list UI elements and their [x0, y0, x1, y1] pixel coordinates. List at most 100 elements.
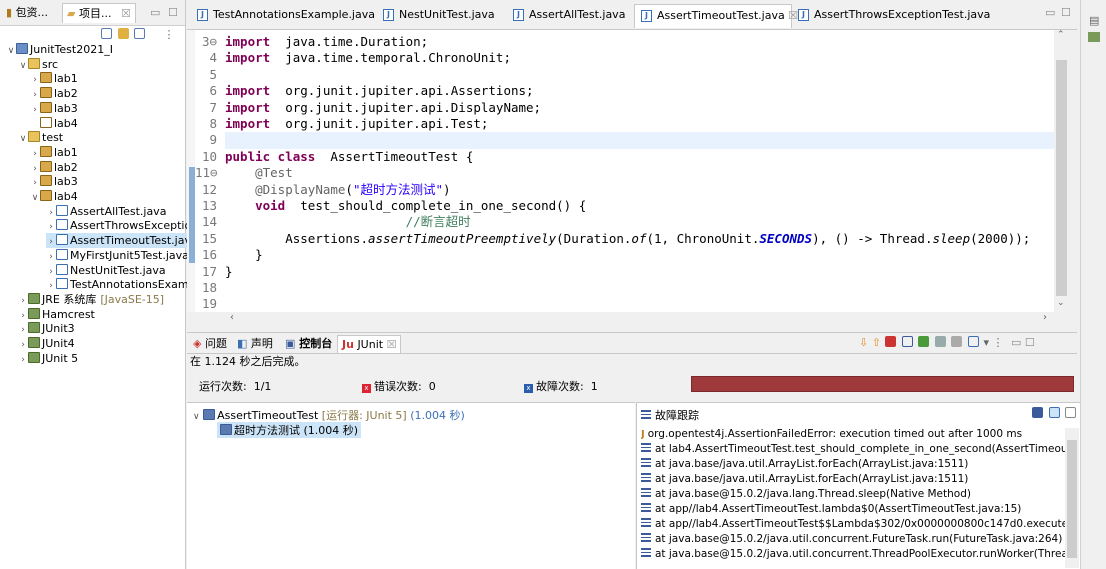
stack-trace-line[interactable]: Jorg.opentest4j.AssertionFailedError: ex… [641, 427, 1066, 442]
menu-icon[interactable]: ⋮ [164, 28, 175, 41]
tree-item[interactable]: › lab1 [30, 71, 78, 86]
editor-horizontal-scrollbar[interactable]: ‹ › [195, 312, 1055, 326]
tree-item-label: AssertThrowsExceptior [70, 219, 196, 233]
maximize-icon[interactable]: ☐ [168, 6, 178, 19]
maximize-icon[interactable]: ☐ [1025, 336, 1035, 349]
tab-declaration[interactable]: ◧ 声明 [237, 335, 273, 353]
tree-item[interactable]: › TestAnnotationsExamp [46, 277, 196, 292]
tree-item[interactable]: › lab3 [30, 101, 78, 116]
tree-item[interactable]: › AssertThrowsExceptior [46, 218, 196, 233]
minimize-icon[interactable]: ▭ [1011, 336, 1021, 349]
tree-item[interactable]: ∨ src [18, 57, 58, 72]
tree-item[interactable]: › lab2 [30, 160, 78, 175]
outline-view-icon[interactable] [1088, 32, 1100, 42]
tab-project-explorer[interactable]: ▰ 项目... ☒ [62, 3, 136, 23]
project-icon [16, 43, 28, 54]
tree-item[interactable]: › lab2 [30, 86, 78, 101]
tree-item[interactable]: › JUnit4 [18, 336, 75, 351]
stack-frame-icon [641, 548, 651, 557]
scroll-left-icon[interactable]: ‹ [230, 312, 234, 323]
test-method-row[interactable]: 超时方法测试 (1.004 秒) [217, 422, 362, 438]
tab-assertthrowsexceptiontest[interactable]: J AssertThrowsExceptionTest.java [792, 4, 990, 28]
test-class-row[interactable]: ∨ AssertTimeoutTest [运行器: JUnit 5] (1.00… [193, 407, 465, 423]
scroll-right-icon[interactable]: › [1043, 312, 1047, 323]
tab-package-explorer[interactable]: ▮ 包资... [2, 3, 52, 23]
collapse-all-icon[interactable] [101, 28, 112, 39]
filter-icon[interactable] [134, 28, 145, 39]
scroll-down-icon[interactable]: ⌄ [1057, 298, 1065, 308]
tree-item[interactable]: › lab3 [30, 174, 78, 189]
tree-item[interactable]: › Hamcrest [18, 307, 95, 322]
tree-item[interactable]: › AssertAllTest.java [46, 204, 166, 219]
chevron-down-icon[interactable]: ∨ [18, 59, 28, 74]
trace-scroll-thumb[interactable] [1067, 440, 1077, 558]
link-editor-icon[interactable] [117, 28, 129, 39]
tree-item-label: src [42, 57, 59, 71]
tree-item-label: lab3 [54, 101, 78, 115]
tree-item[interactable]: › NestUnitTest.java [46, 263, 166, 278]
tree-item[interactable]: ∨ test [18, 130, 63, 145]
restore-icon[interactable]: ▤ [1089, 14, 1099, 27]
tree-item[interactable]: › lab1 [30, 145, 78, 160]
stack-trace-line[interactable]: at java.base@15.0.2/java.util.concurrent… [641, 547, 1066, 562]
scroll-lock-icon[interactable] [901, 336, 913, 347]
tab-asserttimeouttest[interactable]: J AssertTimeoutTest.java ☒ [634, 4, 798, 28]
code-token: ), () -> Thread. [812, 230, 933, 246]
chevron-down-icon[interactable]: ∨ [193, 412, 200, 422]
copy-trace-icon[interactable] [1065, 407, 1076, 418]
tab-problems[interactable]: ◈ 问题 [193, 335, 227, 353]
maximize-icon[interactable]: ☐ [1061, 6, 1071, 19]
chevron-down-icon[interactable]: ∨ [6, 44, 16, 59]
rerun-failed-icon[interactable] [934, 336, 946, 347]
stack-trace-line[interactable]: at java.base/java.util.ArrayList.forEach… [641, 457, 1066, 472]
stack-trace-line[interactable]: at java.base/java.util.ArrayList.forEach… [641, 472, 1066, 487]
tab-nestunittest[interactable]: J NestUnitTest.java [377, 4, 495, 28]
tab-testannotationsexample[interactable]: J TestAnnotationsExample.java [191, 4, 375, 28]
code-token: (2000)); [970, 230, 1031, 246]
stack-trace-line[interactable]: at app//lab4.AssertTimeoutTest.lambda$0(… [641, 502, 1066, 517]
compare-result-icon[interactable] [1032, 407, 1043, 418]
stack-trace-line[interactable]: at lab4.AssertTimeoutTest.test_should_co… [641, 442, 1066, 457]
tree-item[interactable]: › JUnit3 [18, 321, 75, 336]
filter-stack-icon[interactable] [1048, 407, 1060, 418]
tree-item[interactable]: › AssertTimeoutTest.java [46, 233, 198, 249]
stack-trace-line[interactable]: at java.base@15.0.2/java.util.concurrent… [641, 532, 1066, 547]
tree-item-label: JUnit4 [42, 337, 75, 350]
editor-scroll-thumb[interactable] [1056, 60, 1067, 296]
history-icon[interactable] [967, 336, 979, 347]
minimize-icon[interactable]: ▭ [150, 6, 160, 19]
close-icon[interactable]: ☒ [387, 338, 397, 351]
tree-item[interactable]: › JUnit 5 [18, 351, 78, 366]
chevron-right-icon[interactable]: › [18, 353, 28, 368]
tab-junit[interactable]: Ju JUnit ☒ [337, 335, 402, 353]
tab-console[interactable]: ▣ 控制台 [285, 335, 332, 353]
close-icon[interactable]: ☒ [121, 7, 131, 20]
package-explorer: ▮ 包资... ▰ 项目... ☒ ▭ ☐ ⋮ ∨ JunitTest2021_I… [0, 0, 198, 569]
line-number: 18 [201, 280, 217, 295]
tree-item-label: NestUnitTest.java [70, 263, 166, 277]
tree-item[interactable]: lab4 [30, 116, 78, 131]
rerun-test-icon[interactable] [918, 336, 930, 347]
minimize-icon[interactable]: ▭ [1045, 6, 1055, 19]
tree-item-label: lab2 [54, 87, 78, 101]
tab-assertalltest[interactable]: J AssertAllTest.java [507, 4, 625, 28]
tree-item[interactable]: ∨ lab4 [30, 189, 78, 204]
stop-icon[interactable] [951, 336, 963, 347]
tree-item[interactable]: › JRE 系统库 [JavaSE-15] [18, 292, 164, 307]
tree-item[interactable]: ∨ JunitTest2021_I [6, 42, 113, 57]
scroll-up-icon[interactable]: ⌃ [1057, 30, 1065, 40]
stack-trace-line[interactable]: at app//lab4.AssertTimeoutTest$$Lambda$3… [641, 517, 1066, 532]
show-failures-only-icon[interactable] [885, 336, 897, 347]
tree-item[interactable]: › MyFirstJunit5Test.java [46, 248, 189, 263]
chevron-down-icon[interactable]: ∨ [30, 191, 40, 206]
next-failure-icon[interactable]: ⇩ [859, 336, 868, 349]
view-menu-icon[interactable]: ▾ ⋮ [983, 336, 1003, 349]
code-line: 7 import org.junit.jupiter.api.DisplayNam… [195, 100, 541, 117]
tree-item-decoration: [JavaSE-15] [100, 292, 165, 306]
stack-trace-line[interactable]: at java.base@15.0.2/java.lang.Thread.sle… [641, 487, 1066, 502]
java-file-icon: J [798, 9, 809, 21]
runs-counter: 运行次数: 1/1 [199, 378, 271, 394]
previous-failure-icon[interactable]: ⇧ [872, 336, 881, 349]
stack-trace-text: at lab4.AssertTimeoutTest.test_should_co… [655, 443, 1066, 455]
chevron-down-icon[interactable]: ∨ [18, 132, 28, 147]
